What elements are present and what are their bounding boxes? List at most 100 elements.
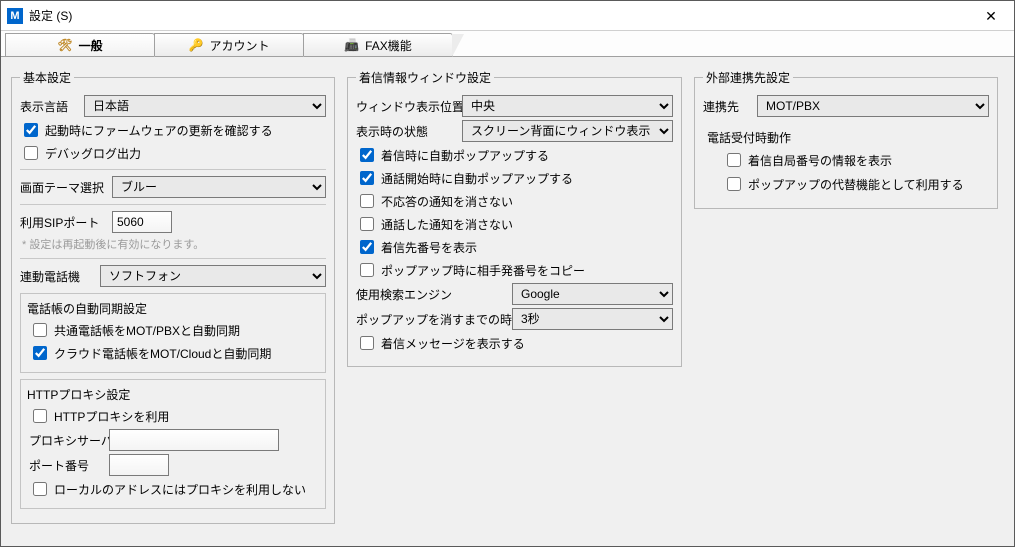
- phonebook-sync-group: 電話帳の自動同期設定 共通電話帳をMOT/PBXと自動同期 クラウド電話帳をMO…: [20, 293, 326, 373]
- show-caller-id-input[interactable]: [360, 240, 374, 254]
- display-state-select[interactable]: スクリーン背面にウィンドウ表示: [462, 120, 673, 142]
- theme-select[interactable]: ブルー: [112, 176, 326, 198]
- copy-peer-input[interactable]: [360, 263, 374, 277]
- show-caller-id-checkbox[interactable]: 着信先番号を表示: [356, 237, 673, 257]
- sip-port-hint: * 設定は再起動後に有効になります。: [22, 236, 326, 252]
- display-language-label: 表示言語: [20, 98, 78, 115]
- group-external: 外部連携先設定 連携先 MOT/PBX 電話受付時動作 着信自局番号の情報を表示: [694, 69, 998, 209]
- titlebar: M 設定 (S) ✕: [1, 1, 1014, 31]
- separator: [20, 204, 326, 205]
- keep-missed-checkbox[interactable]: 不応答の通知を消さない: [356, 191, 673, 211]
- show-incoming-msg-input[interactable]: [360, 336, 374, 350]
- link-dest-label: 連携先: [703, 98, 751, 115]
- show-caller-id-label: 着信先番号を表示: [381, 239, 477, 256]
- app-icon: M: [7, 8, 23, 24]
- keep-missed-input[interactable]: [360, 194, 374, 208]
- incoming-behavior-group: 電話受付時動作 着信自局番号の情報を表示 ポップアップの代替機能として利用する: [703, 121, 989, 194]
- theme-label: 画面テーマ選択: [20, 179, 106, 196]
- close-button[interactable]: ✕: [968, 1, 1014, 31]
- debug-log-input[interactable]: [24, 146, 38, 160]
- sip-port-input[interactable]: [112, 211, 172, 233]
- column-external: 外部連携先設定 連携先 MOT/PBX 電話受付時動作 着信自局番号の情報を表示: [688, 65, 1004, 534]
- tab-fax[interactable]: 📠 FAX機能: [303, 33, 453, 56]
- tab-account-label: アカウント: [209, 37, 269, 54]
- no-proxy-local-checkbox[interactable]: ローカルのアドレスにはプロキシを利用しない: [29, 479, 317, 499]
- column-callinfo: 着信情報ウィンドウ設定 ウィンドウ表示位置 中央 表示時の状態 スクリーン背面に…: [341, 65, 688, 534]
- search-engine-label: 使用検索エンジン: [356, 286, 506, 303]
- linked-phone-label: 連動電話機: [20, 268, 94, 285]
- window-pos-label: ウィンドウ表示位置: [356, 98, 456, 115]
- check-firmware-label: 起動時にファームウェアの更新を確認する: [45, 122, 273, 139]
- http-proxy-group: HTTPプロキシ設定 HTTPプロキシを利用 プロキシサーバ ポート番号: [20, 379, 326, 509]
- tab-account[interactable]: 🔑 アカウント: [154, 33, 304, 56]
- proxy-port-label: ポート番号: [29, 457, 103, 474]
- window-title: 設定 (S): [29, 7, 968, 24]
- use-proxy-label: HTTPプロキシを利用: [54, 408, 169, 425]
- group-external-legend: 外部連携先設定: [703, 69, 793, 86]
- popup-on-talk-input[interactable]: [360, 171, 374, 185]
- proxy-server-label: プロキシサーバ: [29, 432, 103, 449]
- keep-talked-input[interactable]: [360, 217, 374, 231]
- popup-alt-input[interactable]: [727, 177, 741, 191]
- client-area: 基本設定 表示言語 日本語 起動時にファームウェアの更新を確認する デバッグログ…: [1, 57, 1014, 546]
- sync-cloud-input[interactable]: [33, 346, 47, 360]
- proxy-port-input[interactable]: [109, 454, 169, 476]
- debug-log-label: デバッグログ出力: [45, 145, 141, 162]
- copy-peer-checkbox[interactable]: ポップアップ時に相手発番号をコピー: [356, 260, 673, 280]
- separator: [20, 258, 326, 259]
- window-pos-select[interactable]: 中央: [462, 95, 673, 117]
- proxy-server-input[interactable]: [109, 429, 279, 451]
- sync-common-checkbox[interactable]: 共通電話帳をMOT/PBXと自動同期: [29, 320, 317, 340]
- sip-port-label: 利用SIPポート: [20, 214, 106, 231]
- check-firmware-checkbox[interactable]: 起動時にファームウェアの更新を確認する: [20, 120, 326, 140]
- tools-icon: 🛠: [57, 38, 72, 52]
- check-firmware-input[interactable]: [24, 123, 38, 137]
- sync-common-label: 共通電話帳をMOT/PBXと自動同期: [54, 322, 240, 339]
- group-basic-legend: 基本設定: [20, 69, 74, 86]
- tab-general-label: 一般: [79, 37, 103, 54]
- group-callinfo: 着信情報ウィンドウ設定 ウィンドウ表示位置 中央 表示時の状態 スクリーン背面に…: [347, 69, 682, 367]
- copy-peer-label: ポップアップ時に相手発番号をコピー: [381, 262, 585, 279]
- show-own-ext-label: 着信自局番号の情報を表示: [748, 152, 892, 169]
- use-proxy-input[interactable]: [33, 409, 47, 423]
- popup-alt-checkbox[interactable]: ポップアップの代替機能として利用する: [723, 174, 989, 194]
- popup-on-incoming-input[interactable]: [360, 148, 374, 162]
- key-icon: 🔑: [189, 38, 204, 52]
- keep-talked-label: 通話した通知を消さない: [381, 216, 513, 233]
- no-proxy-local-label: ローカルのアドレスにはプロキシを利用しない: [54, 481, 306, 498]
- tab-general[interactable]: 🛠 一般: [5, 33, 155, 56]
- group-callinfo-legend: 着信情報ウィンドウ設定: [356, 69, 494, 86]
- phonebook-sync-title: 電話帳の自動同期設定: [27, 300, 317, 317]
- http-proxy-title: HTTPプロキシ設定: [27, 386, 317, 403]
- popup-on-incoming-checkbox[interactable]: 着信時に自動ポップアップする: [356, 145, 673, 165]
- popup-timeout-select[interactable]: 3秒: [512, 308, 673, 330]
- display-state-label: 表示時の状態: [356, 123, 456, 140]
- debug-log-checkbox[interactable]: デバッグログ出力: [20, 143, 326, 163]
- fax-icon: 📠: [344, 38, 359, 52]
- show-own-ext-checkbox[interactable]: 着信自局番号の情報を表示: [723, 150, 989, 170]
- popup-timeout-label: ポップアップを消すまでの時間: [356, 311, 506, 328]
- keep-talked-checkbox[interactable]: 通話した通知を消さない: [356, 214, 673, 234]
- tabstrip: 🛠 一般 🔑 アカウント 📠 FAX機能: [1, 31, 1014, 57]
- sync-cloud-checkbox[interactable]: クラウド電話帳をMOT/Cloudと自動同期: [29, 343, 317, 363]
- sync-common-input[interactable]: [33, 323, 47, 337]
- incoming-behavior-title: 電話受付時動作: [707, 129, 989, 146]
- link-dest-select[interactable]: MOT/PBX: [757, 95, 989, 117]
- no-proxy-local-input[interactable]: [33, 482, 47, 496]
- column-basic: 基本設定 表示言語 日本語 起動時にファームウェアの更新を確認する デバッグログ…: [11, 65, 341, 534]
- use-proxy-checkbox[interactable]: HTTPプロキシを利用: [29, 406, 317, 426]
- popup-on-talk-checkbox[interactable]: 通話開始時に自動ポップアップする: [356, 168, 673, 188]
- show-incoming-msg-checkbox[interactable]: 着信メッセージを表示する: [356, 333, 673, 353]
- search-engine-select[interactable]: Google: [512, 283, 673, 305]
- linked-phone-select[interactable]: ソフトフォン: [100, 265, 326, 287]
- show-incoming-msg-label: 着信メッセージを表示する: [381, 335, 525, 352]
- tab-fax-label: FAX機能: [365, 37, 412, 54]
- keep-missed-label: 不応答の通知を消さない: [381, 193, 513, 210]
- separator: [20, 169, 326, 170]
- display-language-select[interactable]: 日本語: [84, 95, 326, 117]
- popup-on-incoming-label: 着信時に自動ポップアップする: [381, 147, 549, 164]
- settings-window: M 設定 (S) ✕ 🛠 一般 🔑 アカウント 📠 FAX機能 基本設定 表示言…: [0, 0, 1015, 547]
- popup-alt-label: ポップアップの代替機能として利用する: [748, 176, 964, 193]
- sync-cloud-label: クラウド電話帳をMOT/Cloudと自動同期: [54, 345, 271, 362]
- show-own-ext-input[interactable]: [727, 153, 741, 167]
